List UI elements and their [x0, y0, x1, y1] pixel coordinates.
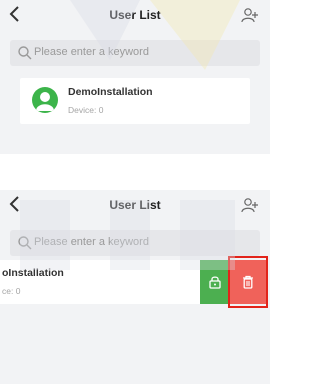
nav-header: User List	[0, 190, 270, 224]
page-title: User List	[109, 8, 161, 22]
add-user-button[interactable]	[240, 6, 260, 26]
add-user-icon	[241, 8, 258, 23]
delete-highlight-box	[228, 256, 268, 308]
add-user-button[interactable]	[240, 196, 260, 216]
nav-header: User List	[0, 0, 270, 34]
lock-icon	[209, 276, 221, 289]
user-list-item-swiped[interactable]: oInstallation ce: 0	[0, 256, 270, 308]
user-list-item[interactable]: DemoInstallation Device: 0	[20, 78, 250, 124]
user-device-count: Device: 0	[68, 105, 104, 115]
page-title: User List	[109, 198, 161, 212]
user-avatar-icon	[32, 87, 58, 113]
user-list-screen-top: User List Please enter a keyword DemoIns…	[0, 0, 270, 154]
search-icon	[18, 236, 32, 250]
search-placeholder: Please enter a keyword	[34, 46, 149, 58]
user-list-screen-bottom: User List Please enter a keyword oInstal…	[0, 190, 270, 384]
search-input[interactable]: Please enter a keyword	[10, 230, 260, 256]
user-name: oInstallation	[2, 267, 64, 279]
user-device-count: ce: 0	[2, 286, 21, 296]
search-icon	[18, 46, 32, 60]
lock-button[interactable]	[200, 260, 230, 304]
search-placeholder: Please enter a keyword	[34, 236, 149, 248]
user-name: DemoInstallation	[68, 86, 153, 98]
spacer	[0, 154, 270, 190]
user-list-item-content[interactable]: oInstallation ce: 0	[0, 260, 200, 304]
search-input[interactable]: Please enter a keyword	[10, 40, 260, 66]
add-user-icon	[241, 198, 258, 213]
